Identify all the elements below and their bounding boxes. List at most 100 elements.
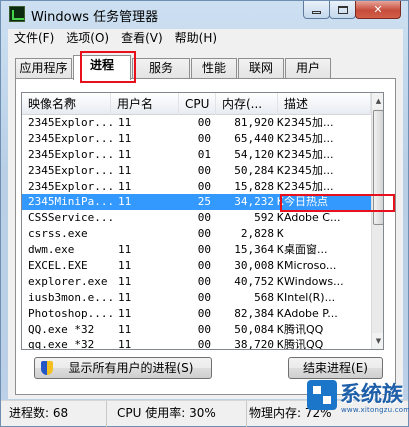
- cell-description: Microso...: [284, 259, 337, 273]
- cell-cpu: 00: [197, 163, 211, 177]
- site-watermark: 系统族 www.xitongzu.com: [307, 376, 409, 427]
- cell-description: 2345加...: [284, 131, 334, 145]
- process-list[interactable]: ▲ 映像名称 用户名 CPU 内存(... 描述 2345Explor... 1…: [21, 92, 384, 350]
- column-description[interactable]: 描述: [278, 93, 371, 115]
- tab-performance[interactable]: 性能: [191, 58, 237, 79]
- table-row[interactable]: dwm.exe 11 00 15,364 K 桌面窗...: [22, 242, 371, 258]
- close-button[interactable]: ✕: [355, 1, 401, 19]
- table-row[interactable]: 2345Explor... 11 01 54,120 K 2345加...: [22, 147, 371, 163]
- cell-cpu: 00: [197, 322, 211, 336]
- cell-image-name: 2345Explor...: [28, 147, 114, 161]
- menu-view[interactable]: 查看(V): [115, 29, 169, 47]
- show-all-processes-label: 显示所有用户的进程(S): [68, 361, 194, 375]
- show-all-processes-button[interactable]: 显示所有用户的进程(S): [34, 357, 212, 379]
- column-memory[interactable]: 内存(...: [216, 93, 278, 115]
- maximize-icon: [337, 5, 348, 14]
- table-row[interactable]: 2345Explor... 11 00 15,828 K 2345加...: [22, 179, 371, 195]
- table-row[interactable]: explorer.exe 11 00 40,752 K Windows...: [22, 274, 371, 290]
- cell-user: 11: [118, 147, 132, 161]
- tab-users[interactable]: 用户: [285, 58, 331, 79]
- watermark-url: www.xitongzu.com: [341, 406, 409, 414]
- cell-image-name: 2345Explor...: [28, 179, 114, 193]
- menu-file[interactable]: 文件(F): [8, 29, 60, 47]
- cell-cpu: 00: [197, 259, 211, 273]
- close-icon: ✕: [373, 3, 383, 16]
- cell-memory: 40,752: [234, 274, 274, 288]
- sort-ascending-icon: ▲: [66, 95, 73, 104]
- task-manager-icon: [9, 6, 25, 22]
- cell-image-name: explorer.exe: [28, 274, 108, 288]
- scroll-down-icon[interactable]: ▼: [372, 333, 383, 349]
- table-row[interactable]: Photoshop.... 11 00 82,384 K Adobe P...: [22, 306, 371, 322]
- menu-options[interactable]: 选项(O): [60, 29, 115, 47]
- window-title: Windows 任务管理器: [31, 10, 159, 25]
- cell-memory: 38,720: [234, 338, 274, 350]
- cell-image-name: 2345MiniPa...: [28, 195, 114, 209]
- cell-user: 11: [118, 322, 132, 336]
- cell-user: 11: [118, 163, 132, 177]
- cell-description: 桌面窗...: [284, 243, 328, 257]
- cell-memory: 2,828: [240, 227, 274, 241]
- task-manager-window: Windows 任务管理器 ✕ 文件(F) 选项(O) 查看(V) 帮助(H) …: [0, 0, 409, 427]
- cell-image-name: 2345Explor...: [28, 163, 114, 177]
- cell-user: 11: [118, 306, 132, 320]
- table-row[interactable]: EXCEL.EXE 11 00 30,008 K Microso...: [22, 258, 371, 274]
- cell-image-name: Photoshop....: [28, 306, 114, 320]
- title-bar[interactable]: Windows 任务管理器 ✕: [1, 1, 408, 27]
- column-image-name[interactable]: ▲ 映像名称: [22, 93, 111, 115]
- menu-help[interactable]: 帮助(H): [169, 29, 223, 47]
- status-process-count: 进程数: 68: [3, 401, 107, 427]
- cell-cpu: 00: [197, 290, 211, 304]
- description-highlight-box: [280, 194, 395, 212]
- cell-cpu: 00: [197, 116, 211, 129]
- cell-memory: 82,384: [234, 306, 274, 320]
- windows-logo-icon: [307, 380, 337, 410]
- table-row[interactable]: csrss.exe 00 2,828 K: [22, 226, 371, 242]
- minimize-button[interactable]: [303, 1, 330, 19]
- table-row[interactable]: qq.exe *32 11 00 38,720 K 腾讯QQ: [22, 337, 371, 350]
- cell-memory: 81,920: [234, 116, 274, 129]
- tab-highlight-box: [80, 51, 136, 83]
- tab-applications[interactable]: 应用程序: [15, 58, 72, 79]
- cell-cpu: 00: [197, 338, 211, 350]
- cell-description: 腾讯QQ: [284, 338, 324, 350]
- scroll-up-icon[interactable]: ▲: [372, 93, 383, 109]
- cell-memory: 50,084: [234, 322, 274, 336]
- uac-shield-icon: [41, 361, 53, 375]
- cell-image-name: 2345Explor...: [28, 116, 114, 129]
- cell-image-name: dwm.exe: [28, 243, 75, 257]
- table-row[interactable]: 2345Explor... 11 00 50,284 K 2345加...: [22, 163, 371, 179]
- cell-description: 2345加...: [284, 116, 334, 129]
- cell-user: 11: [118, 179, 132, 193]
- cell-description: 腾讯QQ: [284, 322, 324, 336]
- cell-image-name: csrss.exe: [28, 227, 88, 241]
- cell-description: Intel(R)...: [284, 290, 336, 304]
- cell-cpu: 25: [197, 195, 211, 209]
- cell-image-name: qq.exe *32: [28, 338, 95, 350]
- column-user-name[interactable]: 用户名: [111, 93, 179, 115]
- tab-services[interactable]: 服务: [132, 58, 190, 79]
- cell-user: 11: [118, 290, 132, 304]
- cell-memory: 34,232: [234, 195, 274, 209]
- cell-image-name: iusb3mon.e...: [28, 290, 114, 304]
- maximize-button[interactable]: [329, 1, 356, 19]
- cell-memory: 592: [254, 211, 274, 225]
- cell-memory: 15,364: [234, 243, 274, 257]
- watermark-brand: 系统族: [340, 382, 403, 406]
- cell-cpu: 00: [197, 131, 211, 145]
- cell-memory: 568: [254, 290, 274, 304]
- vertical-scrollbar[interactable]: ▲ ▼: [371, 93, 383, 349]
- table-row[interactable]: 2345Explor... 11 00 81,920 K 2345加...: [22, 115, 371, 131]
- table-row[interactable]: iusb3mon.e... 11 00 568 K Intel(R)...: [22, 290, 371, 306]
- cell-image-name: CSSService...: [28, 211, 114, 225]
- cell-description: 2345加...: [284, 179, 334, 193]
- table-row[interactable]: 2345Explor... 11 00 65,440 K 2345加...: [22, 131, 371, 147]
- cell-description: Adobe C...: [284, 211, 341, 225]
- column-cpu[interactable]: CPU: [179, 93, 216, 115]
- tab-networking[interactable]: 联网: [238, 58, 284, 79]
- table-row[interactable]: CSSService... 00 592 K Adobe C...: [22, 210, 371, 226]
- cell-memory: 50,284: [234, 163, 274, 177]
- cell-user: 11: [118, 131, 132, 145]
- table-row[interactable]: QQ.exe *32 11 00 50,084 K 腾讯QQ: [22, 322, 371, 338]
- cell-user: 11: [118, 116, 132, 129]
